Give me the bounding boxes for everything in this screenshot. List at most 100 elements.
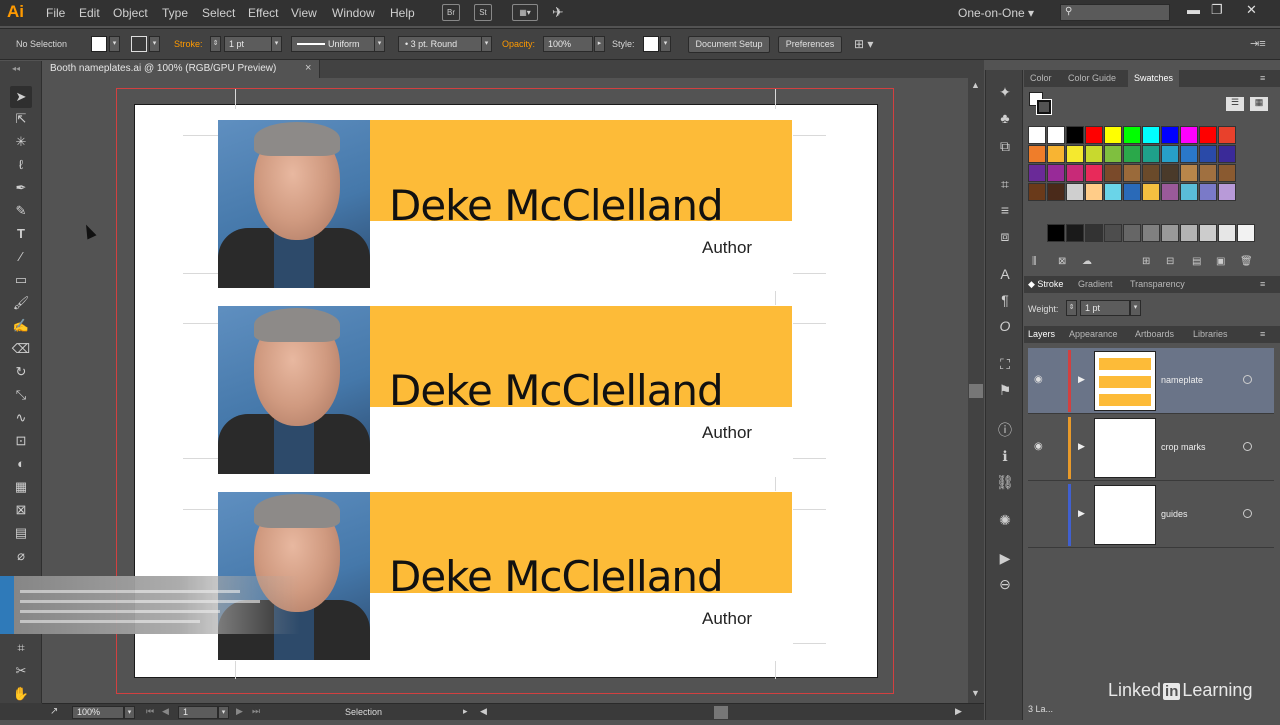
tab-libraries[interactable]: Libraries [1193, 329, 1228, 339]
rectangle-tool-icon[interactable]: ▭ [10, 269, 32, 291]
color-swatch[interactable] [1199, 126, 1217, 144]
gray-swatch[interactable] [1047, 224, 1065, 242]
color-swatch[interactable] [1218, 145, 1236, 163]
color-swatch[interactable] [1161, 145, 1179, 163]
hand-tool-icon[interactable]: ✋ [10, 683, 32, 705]
author-photo[interactable] [218, 120, 370, 288]
panel-menu-icon[interactable]: ≡ [1260, 329, 1265, 339]
gray-swatch[interactable] [1218, 224, 1236, 242]
graphic-styles-icon[interactable]: ⛶ [995, 354, 1015, 374]
nameplate-name[interactable]: Deke McClelland [389, 366, 724, 415]
transform-icon[interactable]: ⌗ [995, 174, 1015, 194]
stock-button[interactable]: St [474, 4, 492, 21]
color-swatch[interactable] [1085, 164, 1103, 182]
color-swatch[interactable] [1142, 145, 1160, 163]
layer-name[interactable]: nameplate [1161, 375, 1203, 385]
fill-swatch[interactable] [91, 36, 107, 52]
visibility-eye-icon[interactable]: ◉ [1034, 441, 1043, 452]
share-icon[interactable]: ↗ [50, 706, 58, 717]
stroke-indicator[interactable] [1037, 100, 1051, 114]
swatch-options-icon[interactable]: ⊞ [1142, 256, 1150, 267]
color-swatch[interactable] [1199, 183, 1217, 201]
new-folder-icon[interactable]: ▤ [1192, 256, 1201, 267]
panel-menu-icon[interactable]: ≡ [1260, 279, 1265, 289]
brush-dropdown-icon[interactable]: ▾ [481, 36, 492, 52]
color-swatch[interactable] [1218, 164, 1236, 182]
weight-stepper[interactable]: ⇕ [1066, 300, 1077, 316]
nameplate-role[interactable]: Author [702, 423, 752, 443]
swatch-library-icon[interactable]: ⫼ [1032, 256, 1037, 267]
symbols-icon[interactable]: ♣ [995, 108, 1015, 128]
mesh-tool-icon[interactable]: ⊠ [10, 499, 32, 521]
vertical-scrollbar[interactable]: ▲ ▼ [968, 78, 984, 703]
magic-wand-tool-icon[interactable]: ✳ [10, 131, 32, 153]
color-swatch[interactable] [1199, 164, 1217, 182]
tab-stroke[interactable]: ◆ Stroke [1028, 279, 1063, 290]
menu-object[interactable]: Object [113, 6, 148, 20]
delete-swatch-icon[interactable]: 🗑 [1240, 256, 1253, 267]
color-swatch[interactable] [1142, 126, 1160, 144]
scale-tool-icon[interactable]: ⤡ [10, 384, 32, 406]
brush-definition[interactable]: • 3 pt. Round [398, 36, 482, 52]
perspective-grid-tool-icon[interactable]: ▦ [10, 476, 32, 498]
zoom-field[interactable]: 100% [72, 706, 124, 719]
color-swatch[interactable] [1028, 126, 1046, 144]
tab-gradient[interactable]: Gradient [1078, 279, 1113, 289]
menu-select[interactable]: Select [202, 6, 235, 20]
scroll-down-icon[interactable]: ▼ [971, 688, 980, 698]
color-swatch[interactable] [1085, 145, 1103, 163]
pathfinder-icon[interactable]: ⧈ [995, 226, 1015, 246]
line-tool-icon[interactable]: ⁄ [10, 246, 32, 268]
menu-edit[interactable]: Edit [79, 6, 100, 20]
menu-type[interactable]: Type [162, 6, 188, 20]
swatch-kinds-icon[interactable]: ⊠ [1058, 256, 1066, 267]
variable-width-profile[interactable]: Uniform [291, 36, 375, 52]
stroke-dropdown-icon[interactable]: ▾ [149, 36, 160, 52]
gray-swatch[interactable] [1123, 224, 1141, 242]
type-tool-icon[interactable]: T [10, 223, 32, 245]
tab-color[interactable]: Color [1030, 73, 1052, 83]
layer-name[interactable]: guides [1161, 509, 1188, 519]
bridge-button[interactable]: Br [442, 4, 460, 21]
color-swatch[interactable] [1066, 145, 1084, 163]
style-dropdown-icon[interactable]: ▾ [660, 36, 671, 52]
color-swatch[interactable] [1123, 126, 1141, 144]
panel-menu-icon[interactable]: ⇥≡ [1250, 37, 1266, 50]
artboard-tool-icon[interactable]: ⌗ [10, 637, 32, 659]
links-icon[interactable]: ⛓ [995, 472, 1015, 492]
search-field[interactable]: ⚲ [1060, 4, 1170, 21]
symbol-sprayer-icon[interactable]: ✦ [995, 82, 1015, 102]
blob-brush-tool-icon[interactable]: ✍ [10, 315, 32, 337]
author-photo[interactable] [218, 306, 370, 474]
scroll-left-icon[interactable]: ◀ [480, 706, 487, 717]
layer-target-icon[interactable] [1243, 375, 1252, 384]
gray-swatch[interactable] [1237, 224, 1255, 242]
workspace-switcher[interactable]: One-on-One ▾ [958, 6, 1034, 20]
color-swatch[interactable] [1180, 183, 1198, 201]
fill-dropdown-icon[interactable]: ▾ [109, 36, 120, 52]
artboard-dropdown-icon[interactable]: ▾ [218, 706, 229, 719]
tab-artboards[interactable]: Artboards [1135, 329, 1174, 339]
stroke-swatch[interactable] [131, 36, 147, 52]
graphic-style-swatch[interactable] [643, 36, 659, 52]
layer-target-icon[interactable] [1243, 442, 1252, 451]
color-swatch[interactable] [1142, 183, 1160, 201]
menu-file[interactable]: File [46, 6, 65, 20]
shape-builder-tool-icon[interactable]: ◐ [10, 453, 32, 475]
color-swatch[interactable] [1180, 164, 1198, 182]
nameplate-role[interactable]: Author [702, 238, 752, 258]
cc-libraries-icon[interactable]: ☁ [1082, 256, 1092, 267]
preferences-button[interactable]: Preferences [778, 36, 842, 53]
color-swatch[interactable] [1123, 164, 1141, 182]
scroll-right-icon[interactable]: ▶ [955, 706, 962, 717]
new-swatch-icon[interactable]: ▣ [1216, 256, 1225, 267]
actions-icon[interactable]: ▶ [995, 548, 1015, 568]
color-swatch[interactable] [1104, 183, 1122, 201]
tab-color-guide[interactable]: Color Guide [1068, 73, 1116, 83]
horizontal-scroll-thumb[interactable] [714, 706, 728, 719]
color-swatch[interactable] [1047, 164, 1065, 182]
weight-dropdown-icon[interactable]: ▾ [1130, 300, 1141, 316]
last-artboard-icon[interactable]: ⏭ [252, 706, 260, 717]
opacity-field[interactable]: 100% [543, 36, 593, 52]
tab-transparency[interactable]: Transparency [1130, 279, 1185, 289]
